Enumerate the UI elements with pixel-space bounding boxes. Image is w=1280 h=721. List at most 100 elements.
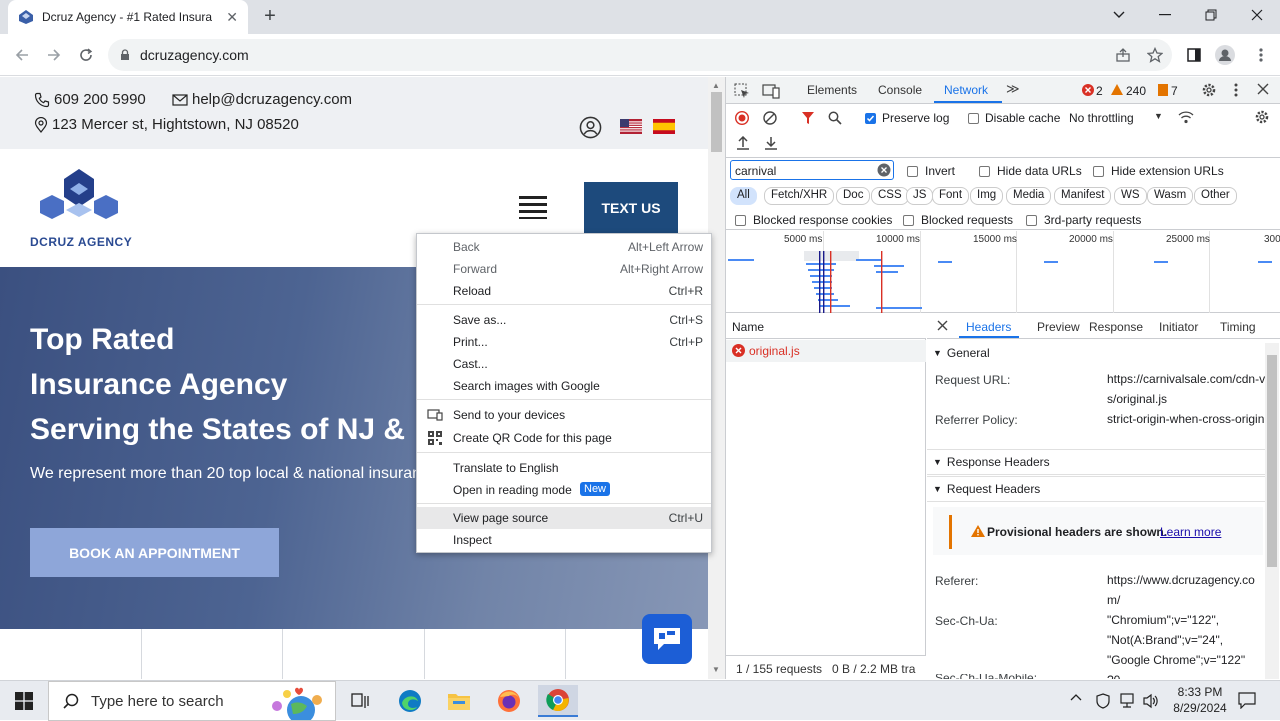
throttling-select[interactable]: No throttling xyxy=(1069,111,1134,125)
invert-label[interactable]: Invert xyxy=(925,164,955,178)
close-detail-icon[interactable] xyxy=(937,320,948,331)
agency-logo-icon[interactable] xyxy=(32,167,126,227)
firefox-icon[interactable] xyxy=(489,685,529,717)
preserve-log-checkbox[interactable] xyxy=(865,111,876,125)
more-tabs-chevron-icon[interactable]: ≫ xyxy=(1006,81,1020,97)
blocked-cookies-checkbox[interactable] xyxy=(735,213,746,227)
chrome-menu-icon[interactable] xyxy=(1248,43,1274,67)
taskbar-search-box[interactable]: Type here to search xyxy=(48,681,336,721)
menu-item-forward[interactable]: Forward Alt+Right Arrow xyxy=(417,258,711,280)
tab-close-icon[interactable]: ✕ xyxy=(226,9,238,26)
export-har-icon[interactable] xyxy=(764,136,778,150)
general-section-header[interactable]: ▼ General xyxy=(927,340,1267,366)
text-us-button[interactable]: TEXT US xyxy=(584,182,678,233)
type-filter-doc[interactable]: Doc xyxy=(836,187,871,205)
device-toolbar-icon[interactable] xyxy=(762,83,780,99)
detail-scrollbar[interactable] xyxy=(1265,343,1279,679)
detail-tab-headers[interactable]: Headers xyxy=(966,320,1011,334)
blocked-requests-label[interactable]: Blocked requests xyxy=(921,213,1013,227)
type-filter-manifest[interactable]: Manifest xyxy=(1054,187,1112,205)
phone-contact[interactable]: 609 200 5990 xyxy=(34,91,146,108)
hide-data-urls-label[interactable]: Hide data URLs xyxy=(997,164,1082,178)
throttling-dropdown-icon[interactable]: ▼ xyxy=(1154,111,1163,121)
menu-item-print[interactable]: Print... Ctrl+P xyxy=(417,331,711,353)
menu-item-inspect[interactable]: Inspect xyxy=(417,529,711,551)
account-icon[interactable] xyxy=(579,116,602,139)
browser-tab[interactable]: Dcruz Agency - #1 Rated Insuran ✕ xyxy=(8,0,248,34)
minimize-button[interactable] xyxy=(1142,0,1188,30)
issues-count[interactable]: 7 xyxy=(1171,84,1178,98)
address-contact[interactable]: 123 Mercer st, Hightstown, NJ 08520 xyxy=(34,116,299,133)
menu-item-reload[interactable]: Reload Ctrl+R xyxy=(417,280,711,302)
devtools-close-icon[interactable] xyxy=(1257,83,1269,95)
type-filter-ws[interactable]: WS xyxy=(1114,187,1147,205)
third-party-label[interactable]: 3rd-party requests xyxy=(1044,213,1141,227)
reload-icon[interactable] xyxy=(73,43,99,67)
clear-log-icon[interactable] xyxy=(763,111,777,125)
menu-item-send-to-devices[interactable]: Send to your devices xyxy=(417,404,711,426)
network-timeline-overview[interactable]: 5000 ms 10000 ms 15000 ms 20000 ms 25000… xyxy=(726,231,1280,313)
tab-elements[interactable]: Elements xyxy=(807,83,857,97)
disable-cache-checkbox[interactable] xyxy=(968,111,979,125)
volume-icon[interactable] xyxy=(1142,693,1160,709)
type-filter-wasm[interactable]: Wasm xyxy=(1147,187,1194,205)
detail-tab-preview[interactable]: Preview xyxy=(1037,320,1080,334)
side-panel-icon[interactable] xyxy=(1181,43,1207,67)
type-filter-font[interactable]: Font xyxy=(932,187,970,205)
profile-avatar-icon[interactable] xyxy=(1212,43,1238,67)
network-icon[interactable] xyxy=(1118,693,1136,709)
book-appointment-button[interactable]: BOOK AN APPOINTMENT xyxy=(30,528,279,577)
menu-item-view-source[interactable]: View page source Ctrl+U xyxy=(417,507,711,529)
invert-checkbox[interactable] xyxy=(907,164,918,178)
hamburger-menu-icon[interactable] xyxy=(519,195,547,219)
inspect-element-icon[interactable] xyxy=(734,83,750,99)
chat-widget-button[interactable] xyxy=(642,614,692,664)
tab-console[interactable]: Console xyxy=(878,83,922,97)
detail-tab-timing[interactable]: Timing xyxy=(1220,320,1256,334)
hide-extension-urls-label[interactable]: Hide extension URLs xyxy=(1111,164,1224,178)
hide-data-urls-checkbox[interactable] xyxy=(979,164,990,178)
blocked-requests-checkbox[interactable] xyxy=(903,213,914,227)
request-row[interactable]: original.js xyxy=(726,340,926,362)
detail-tab-response[interactable]: Response xyxy=(1089,320,1143,334)
type-filter-fetch-xhr[interactable]: Fetch/XHR xyxy=(764,187,835,205)
type-filter-media[interactable]: Media xyxy=(1006,187,1052,205)
clear-filter-icon[interactable] xyxy=(877,163,891,177)
bookmark-star-icon[interactable] xyxy=(1142,43,1168,67)
show-hidden-icons-chevron-icon[interactable] xyxy=(1070,693,1082,701)
new-tab-button[interactable]: + xyxy=(258,6,282,28)
menu-item-save-as[interactable]: Save as... Ctrl+S xyxy=(417,309,711,331)
menu-item-search-images[interactable]: Search images with Google xyxy=(417,375,711,397)
disable-cache-label[interactable]: Disable cache xyxy=(985,111,1060,125)
type-filter-css[interactable]: CSS xyxy=(871,187,909,205)
third-party-checkbox[interactable] xyxy=(1026,213,1037,227)
file-explorer-icon[interactable] xyxy=(439,685,479,717)
email-contact[interactable]: help@dcruzagency.com xyxy=(172,91,352,108)
type-filter-all[interactable]: All xyxy=(730,187,757,205)
type-filter-other[interactable]: Other xyxy=(1194,187,1237,205)
page-scrollbar-thumb[interactable] xyxy=(711,92,722,152)
menu-item-translate[interactable]: Translate to English xyxy=(417,457,711,479)
learn-more-link[interactable]: Learn more xyxy=(1160,525,1221,539)
task-view-icon[interactable] xyxy=(340,685,380,717)
system-clock[interactable]: 8:33 PM 8/29/2024 xyxy=(1160,684,1240,716)
filter-funnel-icon[interactable] xyxy=(801,111,815,125)
close-window-button[interactable] xyxy=(1234,0,1280,30)
type-filter-img[interactable]: Img xyxy=(970,187,1004,205)
devtools-menu-icon[interactable] xyxy=(1234,83,1238,97)
menu-item-cast[interactable]: Cast... xyxy=(417,353,711,375)
blocked-cookies-label[interactable]: Blocked response cookies xyxy=(753,213,892,227)
response-headers-section-header[interactable]: ▼ Response Headers xyxy=(927,449,1267,475)
forward-arrow-icon[interactable] xyxy=(41,43,67,67)
detail-tab-initiator[interactable]: Initiator xyxy=(1159,320,1198,334)
hide-extension-urls-checkbox[interactable] xyxy=(1093,164,1104,178)
detail-scrollbar-thumb[interactable] xyxy=(1267,355,1277,567)
notifications-icon[interactable] xyxy=(1238,691,1256,709)
devtools-settings-gear-icon[interactable] xyxy=(1201,82,1217,98)
security-shield-icon[interactable] xyxy=(1096,693,1110,709)
error-count[interactable]: 2 xyxy=(1096,84,1103,98)
restore-button[interactable] xyxy=(1188,0,1234,30)
menu-item-reading-mode[interactable]: Open in reading mode New xyxy=(417,479,711,501)
us-flag-icon[interactable] xyxy=(620,119,642,134)
address-bar[interactable]: dcruzagency.com xyxy=(108,39,1172,71)
